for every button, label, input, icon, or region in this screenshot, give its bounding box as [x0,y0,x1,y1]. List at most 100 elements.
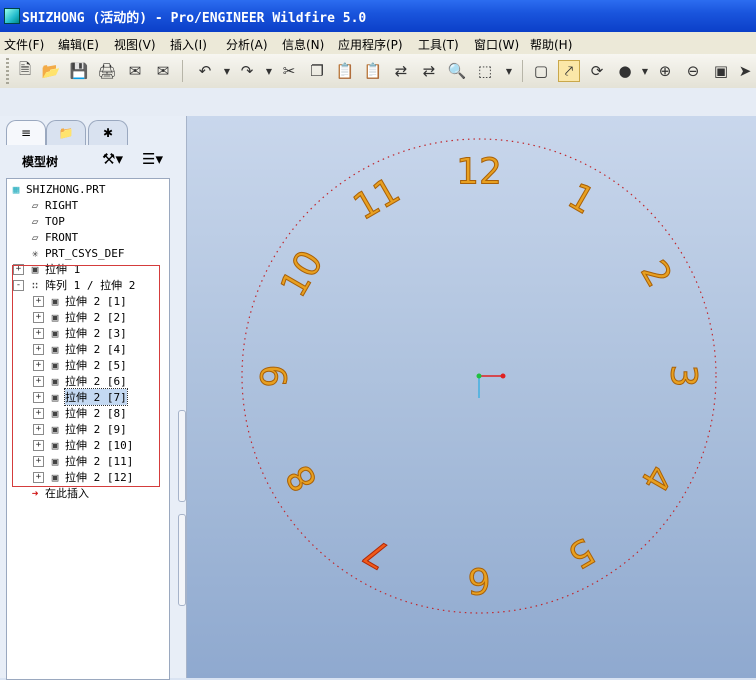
navigator-panel: ≡ 📁 ✱ 模型树 ⚒▾ ☰▾ ▦ SHIZHONG.PRT ▱ RIGHT ▱ TOP ▱… [0,116,187,680]
clock-numeral-12[interactable]: 12 [456,151,503,193]
tree-node[interactable]: + ▣ 拉伸 2 [3] [33,325,127,341]
tree-node[interactable]: + ▣ 拉伸 2 [10] [33,437,133,453]
save-icon[interactable]: 💾 [68,60,90,82]
select-box-icon[interactable]: ⬚ [474,60,496,82]
send-mail-icon[interactable]: ✉ [124,60,146,82]
folder-browser-tab-icon[interactable]: 📁 [46,120,86,145]
menu-info[interactable]: 信息(N) [282,36,324,53]
expand-icon[interactable]: + [13,263,24,275]
tree-node[interactable]: + ▣ 拉伸 2 [2] [33,309,127,325]
expand-icon[interactable]: + [33,375,44,387]
expand-icon[interactable]: + [33,359,44,371]
toolbar-grip[interactable] [6,58,9,84]
graphics-window[interactable]: 1 2 3 4 5 6 7 8 9 10 11 12 [187,116,756,678]
clock-numeral-6[interactable]: 6 [467,559,491,601]
expand-icon[interactable]: + [33,423,44,435]
tree-node[interactable]: + ▣ 拉伸 2 [12] [33,469,133,485]
tree-node-label: 拉伸 2 [10] [65,439,134,452]
clock-numeral-10[interactable]: 10 [273,243,332,304]
paste-icon[interactable]: 📋 [334,60,356,82]
find-icon[interactable]: 🔍 [446,60,468,82]
menu-view[interactable]: 视图(V) [114,36,156,53]
tree-node[interactable]: ✳ PRT_CSYS_DEF [13,245,125,261]
open-icon[interactable]: 📂 [40,60,62,82]
clock-numeral-11[interactable]: 11 [346,170,407,229]
zoom-in-icon[interactable]: ⊕ [654,60,676,82]
regenerate-icon[interactable]: ⇄ [390,60,412,82]
menu-tools[interactable]: 工具(T) [418,36,459,53]
model-view[interactable]: 1234567891011 12 [187,116,756,678]
menu-edit[interactable]: 编辑(E) [58,36,99,53]
tree-node[interactable]: + ▣ 拉伸 2 [9] [33,421,127,437]
tree-node[interactable]: ▱ RIGHT [13,197,78,213]
expand-icon[interactable]: + [33,343,44,355]
tree-node[interactable]: ▱ FRONT [13,229,78,245]
select-dropdown-icon[interactable]: ▼ [498,60,520,82]
menu-applications[interactable]: 应用程序(P) [338,36,403,53]
menu-file[interactable]: 文件(F) [4,36,44,53]
saved-views-icon[interactable]: ➤ [734,60,756,82]
clock-numeral-5[interactable]: 5 [560,529,601,577]
clock-numeral-4[interactable]: 4 [632,457,680,498]
repaint-icon[interactable]: ▢ [530,60,552,82]
favorites-tab-icon[interactable]: ✱ [88,120,128,145]
tree-node[interactable]: + ▣ 拉伸 1 [13,261,80,277]
redo-icon[interactable]: ↷ [236,60,258,82]
splitter-handle[interactable] [178,410,186,502]
expand-icon[interactable]: + [33,455,44,467]
menu-window[interactable]: 窗口(W) [474,36,519,53]
print-icon[interactable]: 🖨 [96,60,118,82]
tree-node[interactable]: ▱ TOP [13,213,65,229]
clock-numeral-1[interactable]: 1 [560,175,601,223]
collapse-icon[interactable]: - [13,279,24,291]
tree-node[interactable]: - ∷ 阵列 1 / 拉伸 2 [13,277,135,293]
expand-icon[interactable]: + [33,295,44,307]
splitter-handle[interactable] [178,514,186,606]
tree-node[interactable]: + ▣ 拉伸 2 [7] [33,388,128,406]
tree-node[interactable]: + ▣ 拉伸 2 [6] [33,373,127,389]
clock-numeral-3[interactable]: 3 [662,364,704,388]
clock-numeral-8[interactable]: 8 [278,457,326,498]
undo-icon[interactable]: ↶ [194,60,216,82]
model-tree-header: 模型树 ⚒▾ ☰▾ [6,146,178,174]
model-tree-tab-icon[interactable]: ≡ [6,120,46,145]
panel-splitter[interactable] [177,410,186,606]
expand-icon[interactable]: + [33,439,44,451]
tree-node-label: 在此插入 [45,487,89,500]
display-style-dropdown-icon[interactable]: ▼ [634,60,656,82]
expand-icon[interactable]: + [33,327,44,339]
tree-node[interactable]: + ▣ 拉伸 2 [11] [33,453,133,469]
menu-help[interactable]: 帮助(H) [530,36,572,53]
expand-icon[interactable]: + [33,391,44,403]
expand-icon[interactable]: + [33,311,44,323]
clock-numeral-9[interactable]: 9 [254,364,296,388]
tree-node[interactable]: + ▣ 拉伸 2 [5] [33,357,127,373]
tree-node[interactable]: + ▣ 拉伸 2 [4] [33,341,127,357]
regen-manager-icon[interactable]: ⇄ [418,60,440,82]
cut-icon[interactable]: ✂ [278,60,300,82]
send-mail-attach-icon[interactable]: ✉ [152,60,174,82]
new-icon[interactable]: 🗎 [14,60,36,82]
undo-dropdown-icon[interactable]: ▼ [216,60,238,82]
show-list-icon[interactable]: ☰▾ [142,150,163,168]
display-style-icon[interactable]: ● [614,60,636,82]
settings-icon[interactable]: ⚒▾ [102,150,123,168]
clock-numeral-7[interactable]: 7 [356,529,397,577]
expand-icon[interactable]: + [33,471,44,483]
tree-node-label: 拉伸 2 [2] [65,311,127,324]
copy-icon[interactable]: ❐ [306,60,328,82]
menu-insert[interactable]: 插入(I) [170,36,207,53]
tree-node[interactable]: + ▣ 拉伸 2 [1] [33,293,127,309]
zoom-out-icon[interactable]: ⊖ [682,60,704,82]
paste-special-icon[interactable]: 📋 [362,60,384,82]
expand-icon[interactable]: + [33,407,44,419]
tree-node[interactable]: + ▣ 拉伸 2 [8] [33,405,127,421]
tree-node[interactable]: ➜ 在此插入 [13,485,89,501]
redo-dropdown-icon[interactable]: ▼ [258,60,280,82]
refit-icon[interactable]: ▣ [710,60,732,82]
orient-mode-icon[interactable]: ⟳ [586,60,608,82]
menu-analysis[interactable]: 分析(A) [226,36,268,53]
tree-node[interactable]: ▦ SHIZHONG.PRT [9,181,106,197]
spin-center-icon[interactable]: ⤤ [558,60,580,82]
clock-numeral-2[interactable]: 2 [632,253,680,294]
